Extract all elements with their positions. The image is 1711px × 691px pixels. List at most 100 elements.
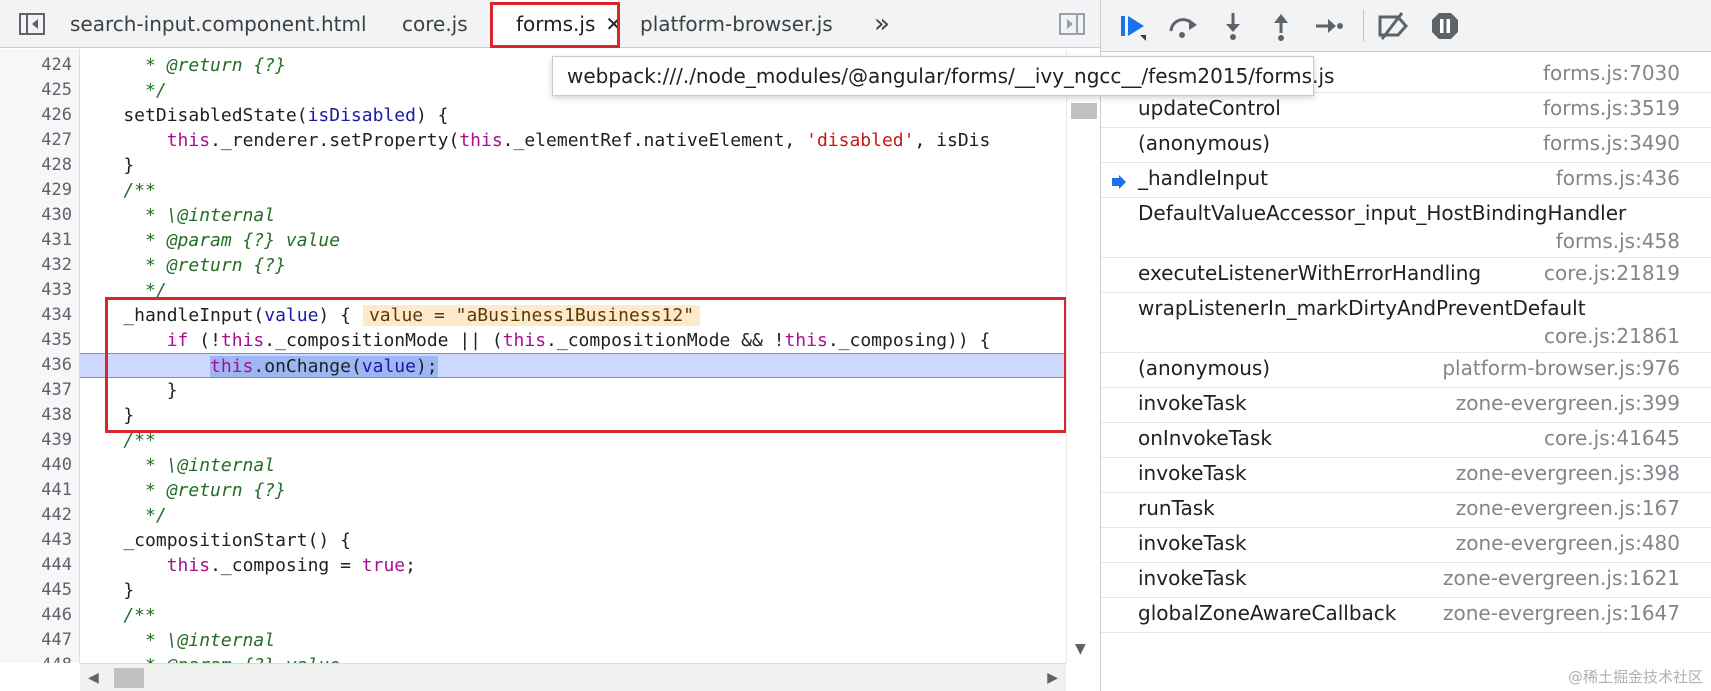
call-frame[interactable]: updateControl forms.js:3519 xyxy=(1101,93,1711,128)
line-number[interactable]: 435 xyxy=(0,328,72,353)
frame-location-link[interactable]: zone-evergreen.js:1621 xyxy=(1443,566,1680,590)
scrollbar-thumb[interactable] xyxy=(114,668,144,688)
line-number-gutter[interactable]: 424 425 426 427 428 429 430 431 432 433 434 435 436 4… xyxy=(0,49,80,663)
call-frame[interactable]: invokeTask zone-evergreen.js:480 xyxy=(1101,528,1711,563)
deactivate-breakpoints-icon[interactable] xyxy=(1373,6,1413,46)
debugger-sidebar: teforms.js:7030updateControlforms.js:351… xyxy=(1100,0,1711,691)
close-icon[interactable]: ✕ xyxy=(605,12,622,36)
code-line: */ xyxy=(80,280,167,301)
line-number[interactable]: 427 xyxy=(0,128,72,153)
code-line: } xyxy=(80,155,135,176)
call-frame[interactable]: DefaultValueAccessor_input_HostBindingHa… xyxy=(1101,198,1711,258)
line-number[interactable]: 426 xyxy=(0,103,72,128)
step-icon[interactable] xyxy=(1309,6,1349,46)
code-line: * \@internal xyxy=(80,205,276,226)
line-number[interactable]: 436 xyxy=(0,353,72,378)
tab-core-js[interactable]: core.js xyxy=(402,0,468,48)
line-number[interactable]: 429 xyxy=(0,178,72,203)
line-number[interactable]: 443 xyxy=(0,528,72,553)
line-number[interactable]: 440 xyxy=(0,453,72,478)
code-line: * \@internal xyxy=(80,455,276,476)
line-number[interactable]: 446 xyxy=(0,603,72,628)
line-number[interactable]: 437 xyxy=(0,378,72,403)
tab-label: platform-browser.js xyxy=(640,12,833,36)
call-frame[interactable]: executeListenerWithErrorHandling core.js:… xyxy=(1101,258,1711,293)
frame-function-name: invokeTask xyxy=(1138,566,1247,590)
line-number[interactable]: 445 xyxy=(0,578,72,603)
line-number[interactable]: 434 xyxy=(0,303,72,328)
line-number[interactable]: 438 xyxy=(0,403,72,428)
frame-location-link[interactable]: forms.js:458 xyxy=(1556,229,1680,253)
pause-on-exceptions-icon[interactable] xyxy=(1425,6,1465,46)
code-line: * @param {?} value xyxy=(80,653,1066,663)
resume-icon[interactable] xyxy=(1113,6,1153,46)
call-frame[interactable]: invokeTask zone-evergreen.js:399 xyxy=(1101,388,1711,423)
line-number[interactable]: 428 xyxy=(0,153,72,178)
call-frame[interactable]: _handleInput forms.js:436 xyxy=(1101,163,1711,198)
scroll-right-arrow-icon[interactable]: ▶ xyxy=(1047,670,1058,686)
frame-function-name: (anonymous) xyxy=(1138,356,1271,380)
tab-platform-browser-js[interactable]: platform-browser.js xyxy=(640,0,833,48)
call-frame[interactable]: invokeTask zone-evergreen.js:398 xyxy=(1101,458,1711,493)
code-line: this._renderer.setProperty(this._element… xyxy=(166,130,991,151)
scroll-down-arrow-icon[interactable]: ▼ xyxy=(1075,641,1086,657)
call-frame[interactable]: onInvokeTask core.js:41645 xyxy=(1101,423,1711,458)
line-number[interactable]: 430 xyxy=(0,203,72,228)
frame-location-link[interactable]: forms.js:436 xyxy=(1556,166,1680,190)
call-frame[interactable]: wrapListenerIn_markDirtyAndPreventDefaul… xyxy=(1101,293,1711,353)
code-line: * @param {?} value xyxy=(80,230,341,251)
line-number[interactable]: 448 xyxy=(0,653,72,663)
frame-location-link[interactable]: forms.js:7030 xyxy=(1543,61,1680,85)
frame-location-link[interactable]: core.js:21861 xyxy=(1544,324,1680,348)
line-number[interactable]: 425 xyxy=(0,78,72,103)
frame-location-link[interactable]: zone-evergreen.js:480 xyxy=(1456,531,1680,555)
step-into-icon[interactable] xyxy=(1213,6,1253,46)
tooltip-text: webpack:///./node_modules/@angular/forms… xyxy=(567,64,1335,88)
code-line: } xyxy=(80,405,135,426)
double-chevron-right-icon[interactable]: » xyxy=(862,0,902,48)
frame-location-link[interactable]: zone-evergreen.js:399 xyxy=(1456,391,1680,415)
call-frame[interactable]: (anonymous) platform-browser.js:976 xyxy=(1101,353,1711,388)
watermark-text: @稀土掘金技术社区 xyxy=(1567,668,1703,686)
line-number[interactable]: 433 xyxy=(0,278,72,303)
line-number[interactable]: 447 xyxy=(0,628,72,653)
debugger-sidebar-toggle-icon[interactable] xyxy=(1052,0,1092,48)
call-frame[interactable]: (anonymous) forms.js:3490 xyxy=(1101,128,1711,163)
frame-location-link[interactable]: core.js:41645 xyxy=(1544,426,1680,450)
frame-location-link[interactable]: platform-browser.js:976 xyxy=(1442,356,1680,380)
scroll-left-arrow-icon[interactable]: ◀ xyxy=(88,670,99,686)
frame-location-link[interactable]: zone-evergreen.js:167 xyxy=(1456,496,1680,520)
line-number[interactable]: 441 xyxy=(0,478,72,503)
frame-location-link[interactable]: zone-evergreen.js:398 xyxy=(1456,461,1680,485)
tab-forms-js[interactable]: forms.js ✕ xyxy=(492,0,622,48)
frame-function-name: invokeTask xyxy=(1138,391,1247,415)
line-number[interactable]: 442 xyxy=(0,503,72,528)
horizontal-scrollbar[interactable]: ◀ ▶ xyxy=(80,663,1066,691)
frame-function-name: _handleInput xyxy=(1138,166,1268,190)
code-line: * @return {?} xyxy=(80,255,286,276)
execution-line: this.onChange(value); xyxy=(80,353,1066,378)
frame-location-link[interactable]: core.js:21819 xyxy=(1544,261,1680,285)
inline-value-badge: value = "aBusiness1Business12" xyxy=(362,305,701,326)
line-number[interactable]: 431 xyxy=(0,228,72,253)
step-over-icon[interactable] xyxy=(1163,6,1203,46)
file-path-tooltip: webpack:///./node_modules/@angular/forms… xyxy=(552,56,1334,96)
code-editor[interactable]: * @return {?} */ setDisabledState(isDisa… xyxy=(80,49,1066,663)
line-number[interactable]: 432 xyxy=(0,253,72,278)
step-out-icon[interactable] xyxy=(1261,6,1301,46)
vertical-scrollbar[interactable]: ▼ xyxy=(1066,49,1100,663)
code-line: /** xyxy=(80,180,156,201)
line-number[interactable]: 439 xyxy=(0,428,72,453)
call-frame[interactable]: globalZoneAwareCallback zone-evergreen.js… xyxy=(1101,598,1711,633)
frame-location-link[interactable]: zone-evergreen.js:1647 xyxy=(1443,601,1680,625)
frame-location-link[interactable]: forms.js:3490 xyxy=(1543,131,1680,155)
scrollbar-thumb[interactable] xyxy=(1071,103,1097,119)
navigator-toggle-icon[interactable] xyxy=(14,0,50,48)
call-frame[interactable]: runTask zone-evergreen.js:167 xyxy=(1101,493,1711,528)
line-number[interactable]: 424 xyxy=(0,53,72,78)
call-frame[interactable]: invokeTask zone-evergreen.js:1621 xyxy=(1101,563,1711,598)
debugger-toolbar xyxy=(1101,0,1711,52)
frame-location-link[interactable]: forms.js:3519 xyxy=(1543,96,1680,120)
tab-search-input-component-html[interactable]: search-input.component.html xyxy=(70,0,367,48)
line-number[interactable]: 444 xyxy=(0,553,72,578)
